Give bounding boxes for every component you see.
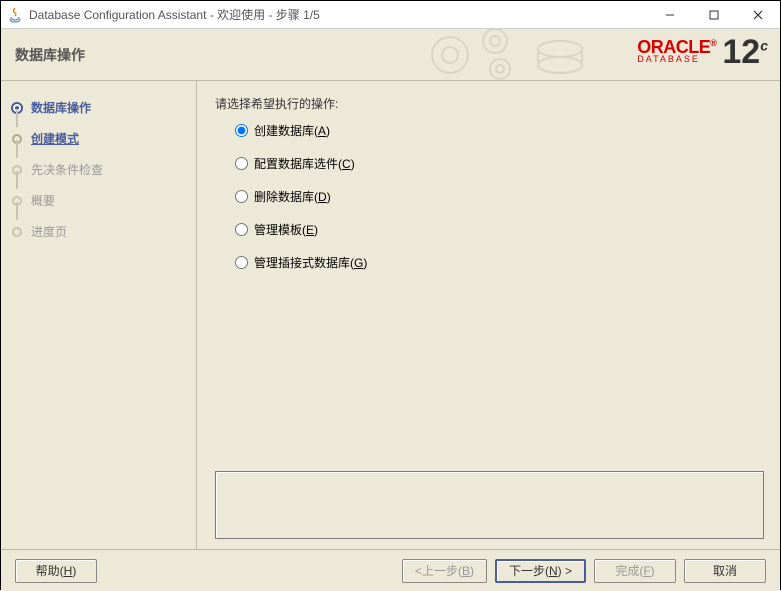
back-button[interactable]: <上一步(B) bbox=[402, 559, 487, 583]
sidebar-item-create-mode[interactable]: 创建模式 bbox=[9, 126, 186, 157]
close-button[interactable] bbox=[736, 1, 780, 29]
sidebar-item-label: 先决条件检查 bbox=[31, 161, 103, 178]
option-label: 创建数据库(A) bbox=[254, 122, 330, 139]
help-button[interactable]: 帮助(H) bbox=[15, 559, 97, 583]
option-label: 管理模板(E) bbox=[254, 221, 318, 238]
title-bar: Database Configuration Assistant - 欢迎使用 … bbox=[1, 1, 780, 29]
page-title: 数据库操作 bbox=[15, 45, 85, 65]
footer-bar: 帮助(H) <上一步(B) 下一步(N) > 完成(F) 取消 bbox=[1, 549, 780, 591]
step-pending-icon bbox=[9, 226, 25, 238]
window-controls bbox=[648, 1, 780, 29]
window-title: Database Configuration Assistant - 欢迎使用 … bbox=[29, 6, 648, 23]
prompt-label: 请选择希望执行的操作: bbox=[215, 95, 764, 112]
option-delete-db[interactable]: 删除数据库(D) bbox=[235, 188, 764, 205]
sidebar-item-summary: 概要 bbox=[9, 188, 186, 219]
radio-manage-template[interactable] bbox=[235, 223, 248, 236]
operation-options: 创建数据库(A) 配置数据库选件(C) 删除数据库(D) 管理模板(E) 管理插… bbox=[215, 122, 764, 271]
sidebar-item-label: 概要 bbox=[31, 192, 55, 209]
main-panel: 请选择希望执行的操作: 创建数据库(A) 配置数据库选件(C) 删除数据库(D)… bbox=[197, 81, 780, 549]
radio-configure-db[interactable] bbox=[235, 157, 248, 170]
next-button[interactable]: 下一步(N) > bbox=[495, 559, 586, 583]
option-label: 删除数据库(D) bbox=[254, 188, 331, 205]
radio-delete-db[interactable] bbox=[235, 190, 248, 203]
option-configure-db[interactable]: 配置数据库选件(C) bbox=[235, 155, 764, 172]
java-icon bbox=[7, 7, 23, 23]
radio-create-db[interactable] bbox=[235, 124, 248, 137]
finish-button[interactable]: 完成(F) bbox=[594, 559, 676, 583]
wizard-sidebar: 数据库操作 创建模式 先决条件检查 概要 进度页 bbox=[1, 81, 197, 549]
option-manage-template[interactable]: 管理模板(E) bbox=[235, 221, 764, 238]
oracle-logo: ORACLE® DATABASE 12c bbox=[637, 35, 768, 69]
sidebar-item-db-operation[interactable]: 数据库操作 bbox=[9, 95, 186, 126]
option-create-db[interactable]: 创建数据库(A) bbox=[235, 122, 764, 139]
header-band: 数据库操作 ORACLE® DATABASE 12c bbox=[1, 29, 780, 81]
minimize-button[interactable] bbox=[648, 1, 692, 29]
sidebar-item-label: 数据库操作 bbox=[31, 99, 91, 116]
radio-manage-pdb[interactable] bbox=[235, 256, 248, 269]
sidebar-item-label: 创建模式 bbox=[31, 130, 79, 147]
option-manage-pdb[interactable]: 管理插接式数据库(G) bbox=[235, 254, 764, 271]
maximize-button[interactable] bbox=[692, 1, 736, 29]
sidebar-item-label: 进度页 bbox=[31, 223, 67, 240]
message-area bbox=[215, 471, 764, 539]
option-label: 配置数据库选件(C) bbox=[254, 155, 355, 172]
decorative-gears-icon bbox=[410, 29, 610, 81]
sidebar-item-progress: 进度页 bbox=[9, 219, 186, 250]
sidebar-item-prereq: 先决条件检查 bbox=[9, 157, 186, 188]
cancel-button[interactable]: 取消 bbox=[684, 559, 766, 583]
option-label: 管理插接式数据库(G) bbox=[254, 254, 367, 271]
